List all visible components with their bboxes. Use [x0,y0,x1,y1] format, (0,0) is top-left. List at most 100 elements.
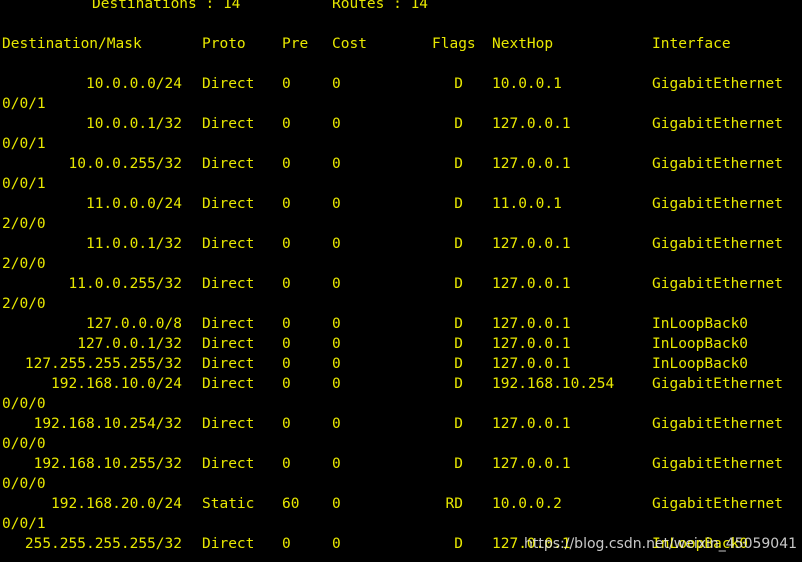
route-flags: D [454,336,463,352]
route-pre: 0 [282,276,291,292]
route-interface: GigabitEthernet [652,76,783,92]
route-pre: 0 [282,356,291,372]
route-cost: 0 [332,376,341,392]
route-pre: 0 [282,316,291,332]
route-pre: 0 [282,416,291,432]
route-row: 10.0.0.1/32 Direct 0 0 D 127.0.0.1 GigabitEthe… [0,114,802,134]
route-destination: 11.0.0.0/24 [85,196,182,212]
route-interface-continuation: 0/0/0 [2,476,46,492]
route-interface-continuation: 0/0/1 [2,176,46,192]
route-cost: 0 [332,536,341,552]
route-destination: 192.168.10.255/32 [33,456,182,472]
route-interface: GigabitEthernet [652,196,783,212]
route-row: 10.0.0.255/32 Direct 0 0 D 127.0.0.1 GigabitEt… [0,154,802,174]
route-interface: GigabitEthernet [652,236,783,252]
route-row: 192.168.10.0/24 Direct 0 0 D 192.168.10.254 Gi… [0,374,802,394]
route-row: 11.0.0.0/24 Direct 0 0 D 11.0.0.1 GigabitEther… [0,194,802,214]
route-cost: 0 [332,336,341,352]
route-destination: 127.0.0.0/8 [85,316,182,332]
route-flags: D [454,276,463,292]
route-proto: Direct [202,356,255,372]
table-header: Destination/Mask Proto Pre Cost Flags Ne… [0,34,731,54]
route-cost: 0 [332,496,341,512]
route-flags: D [454,416,463,432]
route-destination: 192.168.20.0/24 [51,496,182,512]
route-flags: D [454,76,463,92]
route-nexthop: 127.0.0.1 [492,316,571,332]
route-destination: 255.255.255.255/32 [24,536,182,552]
route-nexthop: 127.0.0.1 [492,236,571,252]
route-flags: D [454,536,463,552]
route-row: 192.168.10.254/32 Direct 0 0 D 127.0.0.1 Gigab… [0,414,802,434]
watermark-url: https://blog.csdn.net/weixin_45059041 [524,536,798,552]
route-interface-continuation: 2/0/0 [2,256,46,272]
route-proto: Direct [202,76,255,92]
route-interface: GigabitEthernet [652,116,783,132]
route-interface: GigabitEthernet [652,276,783,292]
route-destination: 192.168.10.254/32 [33,416,182,432]
route-proto: Direct [202,316,255,332]
route-cost: 0 [332,76,341,92]
header-flags: Flags [432,36,476,52]
route-row: 11.0.0.255/32 Direct 0 0 D 127.0.0.1 GigabitEt… [0,274,802,294]
route-row: 127.0.0.1/32 Direct 0 0 D 127.0.0.1 InLoopBack… [0,334,802,354]
route-row: 11.0.0.1/32 Direct 0 0 D 127.0.0.1 GigabitEthe… [0,234,802,254]
route-interface-continuation: 2/0/0 [2,296,46,312]
route-interface: GigabitEthernet [652,416,783,432]
route-proto: Direct [202,116,255,132]
route-nexthop: 127.0.0.1 [492,336,571,352]
route-destination: 10.0.0.1/32 [85,116,182,132]
route-nexthop: 127.0.0.1 [492,416,571,432]
route-interface-continuation: 0/0/1 [2,136,46,152]
route-interface: GigabitEthernet [652,456,783,472]
route-nexthop: 127.0.0.1 [492,276,571,292]
route-nexthop: 127.0.0.1 [492,156,571,172]
route-destination: 192.168.10.0/24 [51,376,182,392]
route-interface-continuation: 0/0/0 [2,436,46,452]
route-proto: Direct [202,196,255,212]
route-destination: 127.0.0.1/32 [77,336,182,352]
terminal-window[interactable]: Destinations : 14 Routes : 14 Destinatio… [0,0,802,562]
route-cost: 0 [332,416,341,432]
header-destination-mask: Destination/Mask [2,36,142,52]
route-pre: 0 [282,376,291,392]
route-nexthop: 127.0.0.1 [492,356,571,372]
route-pre: 0 [282,116,291,132]
route-row: 127.255.255.255/32 Direct 0 0 D 127.0.0.1 InLo… [0,354,802,374]
route-flags: RD [445,496,463,512]
route-pre: 0 [282,196,291,212]
header-cost: Cost [332,36,367,52]
route-flags: D [454,376,463,392]
route-interface: GigabitEthernet [652,376,783,392]
route-pre: 0 [282,456,291,472]
routes-count: Routes : 14 [332,0,429,12]
route-destination: 10.0.0.0/24 [85,76,182,92]
route-proto: Direct [202,536,255,552]
route-destination: 11.0.0.255/32 [68,276,183,292]
route-proto: Static [202,496,255,512]
route-destination: 10.0.0.255/32 [68,156,183,172]
route-cost: 0 [332,116,341,132]
route-proto: Direct [202,456,255,472]
route-cost: 0 [332,236,341,252]
header-pre: Pre [282,36,309,52]
route-cost: 0 [332,276,341,292]
route-flags: D [454,116,463,132]
route-interface: InLoopBack0 [652,336,749,352]
route-flags: D [454,356,463,372]
header-interface: Interface [652,36,731,52]
route-flags: D [454,316,463,332]
route-interface-continuation: 0/0/1 [2,96,46,112]
route-cost: 0 [332,196,341,212]
header-proto: Proto [202,36,246,52]
route-row: 192.168.10.255/32 Direct 0 0 D 127.0.0.1 Gigab… [0,454,802,474]
route-nexthop: 192.168.10.254 [492,376,615,392]
route-proto: Direct [202,276,255,292]
route-proto: Direct [202,336,255,352]
route-interface: GigabitEthernet [652,496,783,512]
route-pre: 60 [282,496,300,512]
header-nexthop: NextHop [492,36,554,52]
route-proto: Direct [202,236,255,252]
route-cost: 0 [332,356,341,372]
route-pre: 0 [282,236,291,252]
